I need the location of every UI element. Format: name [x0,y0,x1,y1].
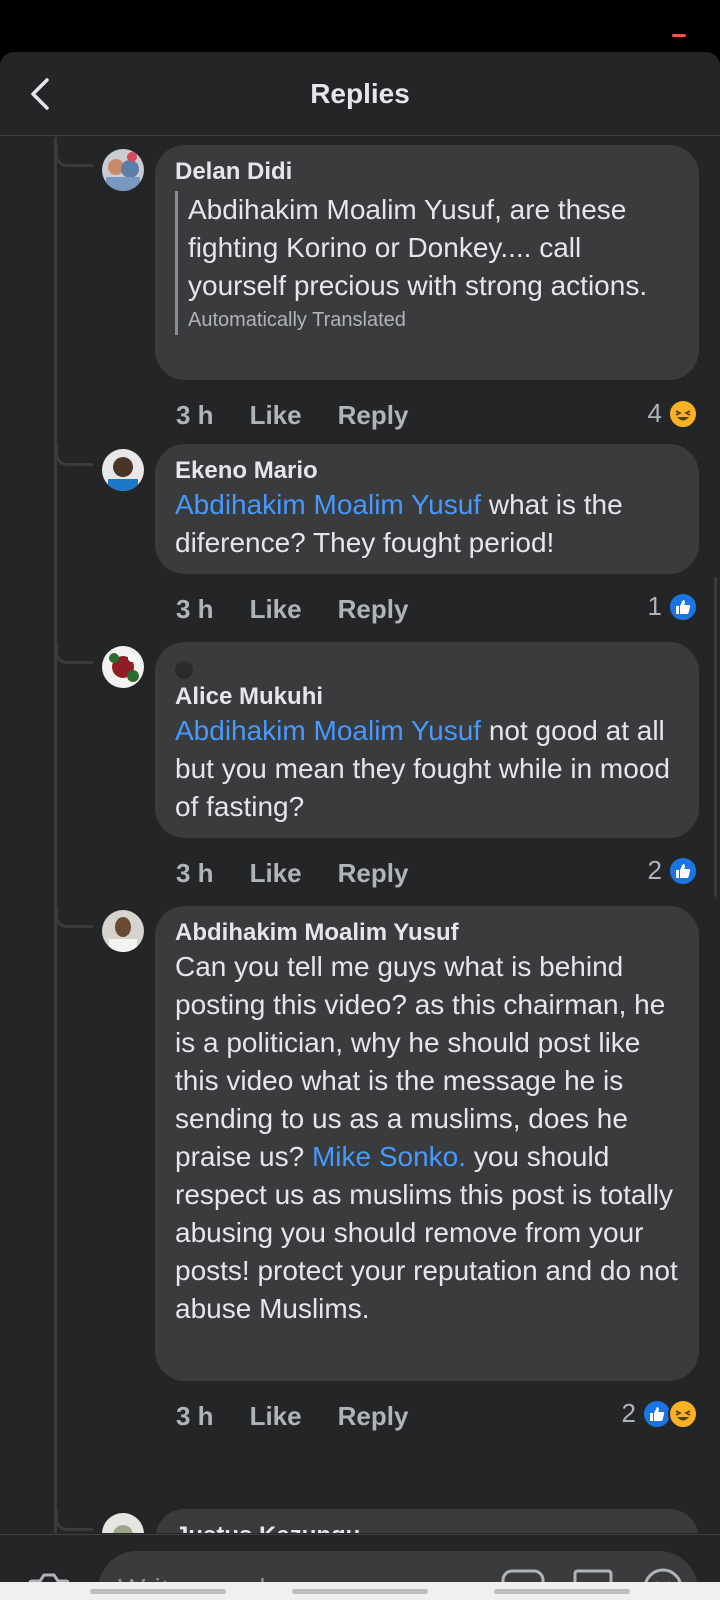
comment-author[interactable]: Abdihakim Moalim Yusuf [175,918,679,948]
nav-back-handle[interactable] [494,1589,630,1594]
reaction-count: 4 [647,398,662,428]
comment-bubble[interactable]: Justus Kazungu [155,1509,699,1533]
mention-link[interactable]: Abdihakim Moalim Yusuf [175,715,481,746]
translation-label[interactable]: Automatically Translated [188,305,679,335]
reply-button[interactable]: Reply [338,1401,409,1432]
avatar-photo-icon [102,910,144,952]
comment-author[interactable]: Justus Kazungu [175,1521,679,1533]
mention-link[interactable]: Abdihakim Moalim Yusuf [175,489,481,520]
header: Replies [0,52,720,136]
comment-time: 3 h [176,858,214,888]
reply-button[interactable]: Reply [338,858,409,889]
avatar[interactable] [102,646,144,688]
top-fan-icon [175,661,193,679]
comment-actions: 3 h Like Reply [176,400,408,431]
comment-text: Abdihakim Moalim Yusuf what is the difer… [175,486,679,562]
comment-bubble[interactable]: Abdihakim Moalim Yusuf Can you tell me g… [155,906,699,1381]
comment-time: 3 h [176,400,214,430]
top-fan-label: Top fan [199,659,265,681]
reply-item: Delan Didi Abdihakim Moalim Yusuf, are t… [0,145,720,435]
like-button[interactable]: Like [250,1401,302,1432]
reply-item: Ekeno Mario Abdihakim Moalim Yusuf what … [0,444,720,634]
comment-time: 3 h [176,1401,214,1431]
like-button[interactable]: Like [250,400,302,431]
mention-link[interactable]: Mike Sonko. [312,1141,466,1172]
comment-bubble[interactable]: Top fan Alice Mukuhi Abdihakim Moalim Yu… [155,642,699,838]
reaction-summary[interactable]: 4 [648,398,698,429]
comment-time: 3 h [176,594,214,624]
thread-connector [55,642,93,664]
reply-item: Abdihakim Moalim Yusuf Can you tell me g… [0,906,720,1451]
reaction-summary[interactable]: 2 [648,855,698,886]
comment-bubble[interactable]: Ekeno Mario Abdihakim Moalim Yusuf what … [155,444,699,574]
avatar[interactable] [102,449,144,491]
system-nav-bar [0,1582,720,1600]
reply-item: Top fan Alice Mukuhi Abdihakim Moalim Yu… [0,642,720,897]
comment-actions: 3 h Like Reply [176,594,408,625]
thread-connector [55,1509,93,1531]
comment-author[interactable]: Ekeno Mario [175,456,679,486]
page-title: Replies [310,78,410,109]
reaction-summary[interactable]: 2 [622,1398,698,1429]
comment-text-body: Can you tell me guys what is behind post… [175,951,666,1172]
avatar-photo-icon [102,149,144,191]
comment-author[interactable]: Alice Mukuhi [175,682,679,712]
reply-button[interactable]: Reply [338,400,409,431]
reply-item: Justus Kazungu [0,1509,720,1533]
comment-bubble[interactable]: Delan Didi Abdihakim Moalim Yusuf, are t… [155,145,699,380]
avatar-photo-icon [102,449,144,491]
comment-text: Can you tell me guys what is behind post… [175,948,679,1328]
nav-home-handle[interactable] [292,1589,428,1594]
status-bar [0,0,720,52]
reply-thread[interactable]: Delan Didi Abdihakim Moalim Yusuf, are t… [0,137,720,1533]
reaction-summary[interactable]: 1 [648,591,698,622]
like-reaction-icon [668,591,698,622]
haha-reaction-icon [668,398,698,429]
reaction-count: 2 [621,1398,636,1428]
reaction-count: 2 [647,855,662,885]
replies-sheet: Replies Delan Didi Abdihakim Moalim Yusu… [0,52,720,1600]
like-button[interactable]: Like [250,594,302,625]
comment-actions: 3 h Like Reply [176,858,408,889]
thread-connector [55,444,93,466]
avatar-photo-icon [102,1513,144,1533]
translated-quote: Abdihakim Moalim Yusuf, are these fighti… [175,191,679,335]
avatar-photo-icon [102,646,144,688]
avatar[interactable] [102,149,144,191]
comment-author[interactable]: Delan Didi [175,157,679,187]
comment-text: Abdihakim Moalim Yusuf, are these fighti… [188,194,648,301]
comment-text: Abdihakim Moalim Yusuf not good at all b… [175,712,679,826]
like-button[interactable]: Like [250,858,302,889]
reply-button[interactable]: Reply [338,594,409,625]
like-reaction-icon [668,855,698,886]
nav-recents-handle[interactable] [90,1589,226,1594]
haha-reaction-icon [668,1398,698,1429]
thread-connector [55,145,93,167]
thread-connector [55,906,93,928]
top-fan-badge: Top fan [175,658,679,682]
avatar[interactable] [102,1513,144,1533]
status-indicator [672,34,686,37]
avatar[interactable] [102,910,144,952]
comment-actions: 3 h Like Reply [176,1401,408,1432]
reaction-count: 1 [647,591,662,621]
